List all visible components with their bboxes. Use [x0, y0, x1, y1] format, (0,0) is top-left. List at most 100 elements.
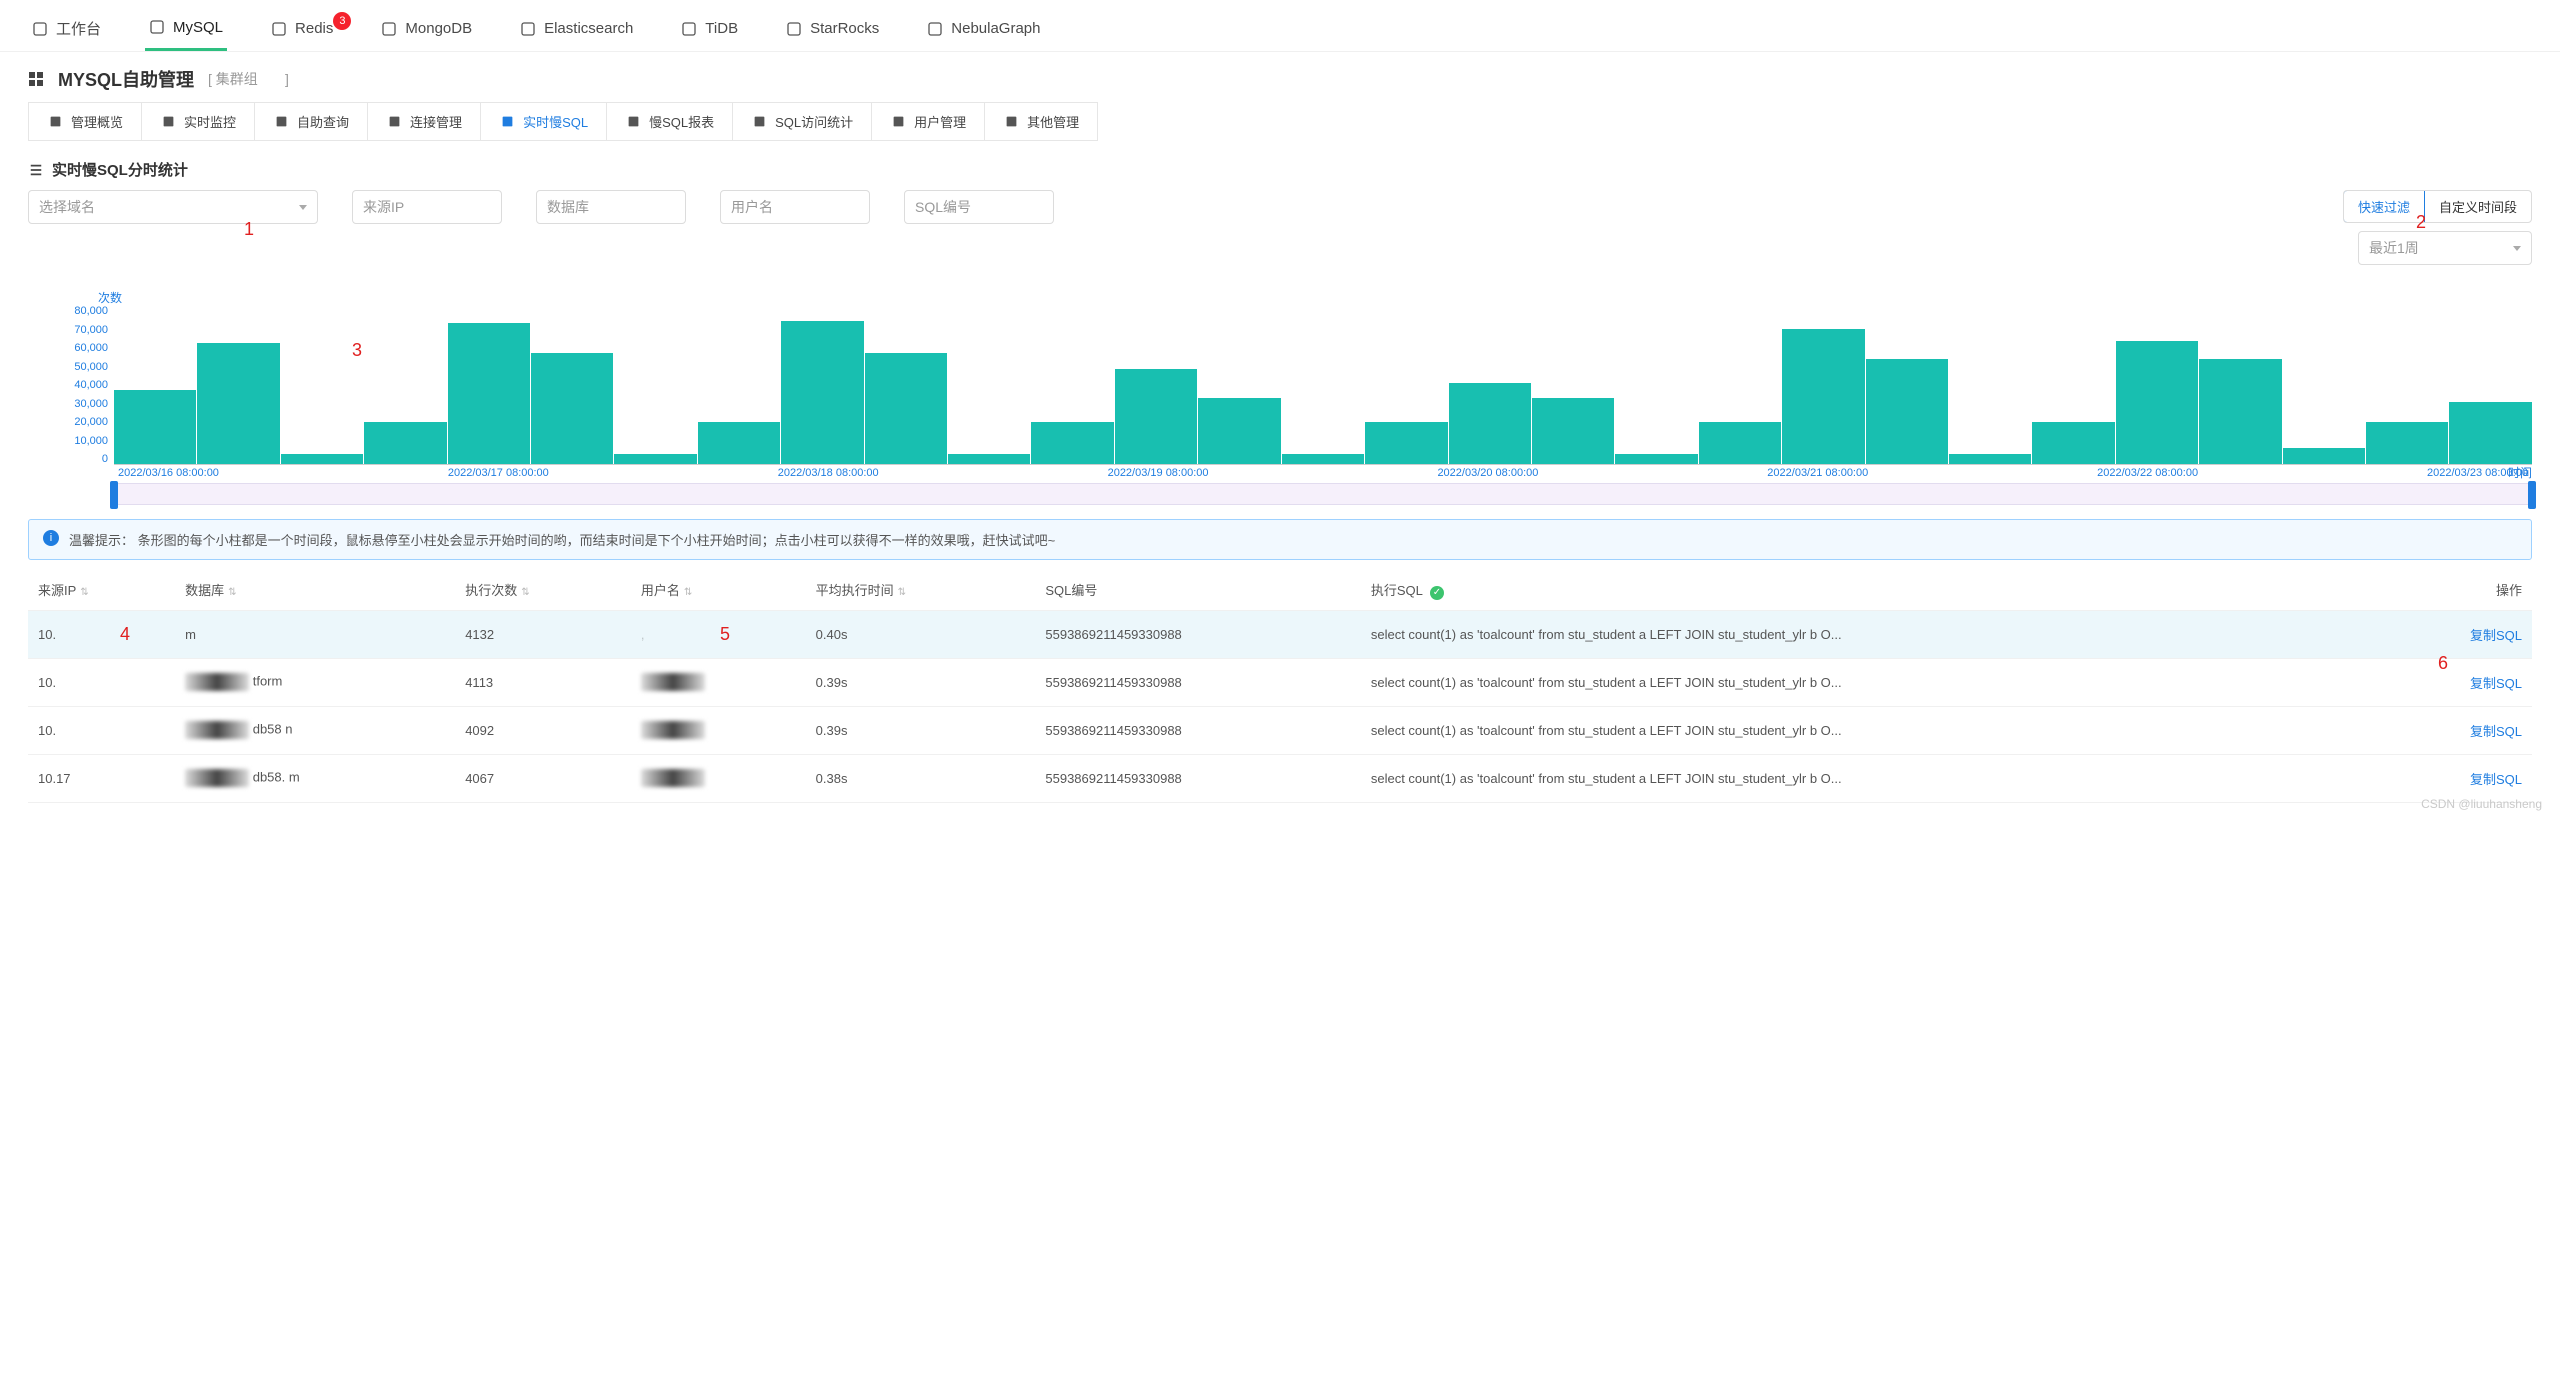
watermark: CSDN @liuuhansheng [2421, 797, 2542, 811]
domain-select[interactable]: 选择域名 [28, 190, 318, 224]
starrocks-icon [786, 21, 802, 37]
sub-tab-实时慢SQL[interactable]: 实时慢SQL [481, 103, 607, 140]
top-tab-工作台[interactable]: 工作台 [28, 8, 105, 51]
redacted [185, 769, 249, 787]
bar[interactable] [2449, 402, 2531, 464]
col-4[interactable]: 平均执行时间⇅ [806, 570, 1036, 610]
sub-tabs: 管理概览实时监控自助查询连接管理实时慢SQL慢SQL报表SQL访问统计用户管理 其… [28, 102, 1098, 141]
top-tab-redis[interactable]: Redis3 [267, 10, 337, 49]
database-input[interactable]: 数据库 [536, 190, 686, 224]
cell: , [631, 610, 806, 658]
camera-icon [751, 114, 767, 130]
bar[interactable] [1031, 422, 1113, 464]
sub-tab-其他管理[interactable]: 其他管理 [985, 103, 1097, 140]
sub-tab-用户管理[interactable]: 用户管理 [872, 103, 985, 140]
cluster-prefix: [ 集群组 [208, 71, 258, 87]
bar[interactable] [1282, 454, 1364, 464]
copy-sql-link[interactable]: 复制SQL [2470, 628, 2522, 643]
bar[interactable] [1115, 369, 1197, 464]
period-placeholder: 最近1周 [2369, 238, 2419, 258]
bars-area[interactable] [114, 305, 2532, 465]
bar[interactable] [1615, 454, 1697, 464]
bar[interactable] [448, 323, 530, 464]
cell: 复制SQL [2382, 610, 2532, 658]
x-axis-label: 时间 [2508, 464, 2532, 481]
sub-tab-实时监控[interactable]: 实时监控 [142, 103, 255, 140]
y-tick: 40,000 [74, 379, 108, 391]
brush-handle-left[interactable] [110, 481, 118, 509]
bar[interactable] [1198, 398, 1280, 464]
sub-tab-label: 其他管理 [1027, 112, 1079, 131]
table-row[interactable]: 10. db58 n40920.39s5593869211459330988se… [28, 706, 2532, 754]
bar[interactable] [1449, 383, 1531, 464]
redis-icon [271, 21, 287, 37]
bar[interactable] [2283, 448, 2365, 464]
table-body: 10.m4132,0.40s5593869211459330988select … [28, 610, 2532, 802]
cell: 4132 [455, 610, 631, 658]
bar[interactable] [1532, 398, 1614, 464]
copy-sql-link[interactable]: 复制SQL [2470, 724, 2522, 739]
bar[interactable] [281, 454, 363, 464]
top-tab-mongodb[interactable]: MongoDB [377, 10, 476, 49]
col-1[interactable]: 数据库⇅ [175, 570, 455, 610]
bar[interactable] [364, 422, 446, 464]
bar[interactable] [114, 390, 196, 464]
custom-range-button[interactable]: 自定义时间段 [2425, 191, 2531, 222]
bar[interactable] [948, 454, 1030, 464]
sub-tab-自助查询[interactable]: 自助查询 [255, 103, 368, 140]
filter-bar: 选择域名 来源IP 数据库 用户名 SQL编号 快速过滤 自定义时间段 最近1周 [28, 190, 2532, 265]
username-input[interactable]: 用户名 [720, 190, 870, 224]
source-ip-input[interactable]: 来源IP [352, 190, 502, 224]
time-brush[interactable] [114, 483, 2532, 505]
bar[interactable] [1866, 359, 1948, 464]
cell: 0.39s [806, 658, 1036, 706]
bar[interactable] [1949, 454, 2031, 464]
bar[interactable] [1699, 422, 1781, 464]
top-tab-tidb[interactable]: TiDB [677, 10, 742, 49]
bar[interactable] [2116, 341, 2198, 464]
sub-tab-SQL访问统计[interactable]: SQL访问统计 [733, 103, 872, 140]
col-3[interactable]: 用户名⇅ [631, 570, 806, 610]
bar[interactable] [531, 353, 613, 464]
table-row[interactable]: 10. tform41130.39s5593869211459330988sel… [28, 658, 2532, 706]
cell: select count(1) as 'toalcount' from stu_… [1361, 658, 2382, 706]
top-tab-mysql[interactable]: MySQL [145, 9, 227, 51]
copy-sql-link[interactable]: 复制SQL [2470, 676, 2522, 691]
bar[interactable] [1782, 329, 1864, 464]
table-row[interactable]: 10.17 db58. m40670.38s559386921145933098… [28, 754, 2532, 802]
sort-icon: ⇅ [228, 587, 236, 598]
y-tick: 0 [102, 453, 108, 465]
chevron-down-icon [2513, 246, 2521, 251]
top-tab-nebulagraph[interactable]: NebulaGraph [923, 10, 1044, 49]
sub-tab-连接管理[interactable]: 连接管理 [368, 103, 481, 140]
bar[interactable] [698, 422, 780, 464]
top-tab-label: 工作台 [56, 18, 101, 39]
col-2[interactable]: 执行次数⇅ [455, 570, 631, 610]
cell: 10.17 [28, 754, 175, 802]
quick-filter-button[interactable]: 快速过滤 [2343, 190, 2425, 223]
sub-tab-慢SQL报表[interactable]: 慢SQL报表 [607, 103, 733, 140]
brush-handle-right[interactable] [2528, 481, 2536, 509]
bar[interactable] [2366, 422, 2448, 464]
bar[interactable] [781, 321, 863, 464]
copy-sql-link[interactable]: 复制SQL [2470, 772, 2522, 787]
grid-icon [28, 71, 44, 87]
bar[interactable] [614, 454, 696, 464]
period-select[interactable]: 最近1周 [2358, 231, 2532, 265]
cluster-suffix: ] [285, 71, 289, 87]
top-tab-label: MongoDB [405, 20, 472, 37]
bar[interactable] [2199, 359, 2281, 464]
table-row[interactable]: 10.m4132,0.40s5593869211459330988select … [28, 610, 2532, 658]
top-tab-elasticsearch[interactable]: Elasticsearch [516, 10, 637, 49]
bar[interactable] [865, 353, 947, 464]
bar[interactable] [2032, 422, 2114, 464]
y-tick: 20,000 [74, 416, 108, 428]
top-tab-starrocks[interactable]: StarRocks [782, 10, 883, 49]
doc-icon [47, 114, 63, 130]
annotation-5: 5 [720, 624, 730, 645]
col-0[interactable]: 来源IP⇅ [28, 570, 175, 610]
bar[interactable] [1365, 422, 1447, 464]
bar[interactable] [197, 343, 279, 464]
sqlno-input[interactable]: SQL编号 [904, 190, 1054, 224]
sub-tab-管理概览[interactable]: 管理概览 [29, 103, 142, 140]
